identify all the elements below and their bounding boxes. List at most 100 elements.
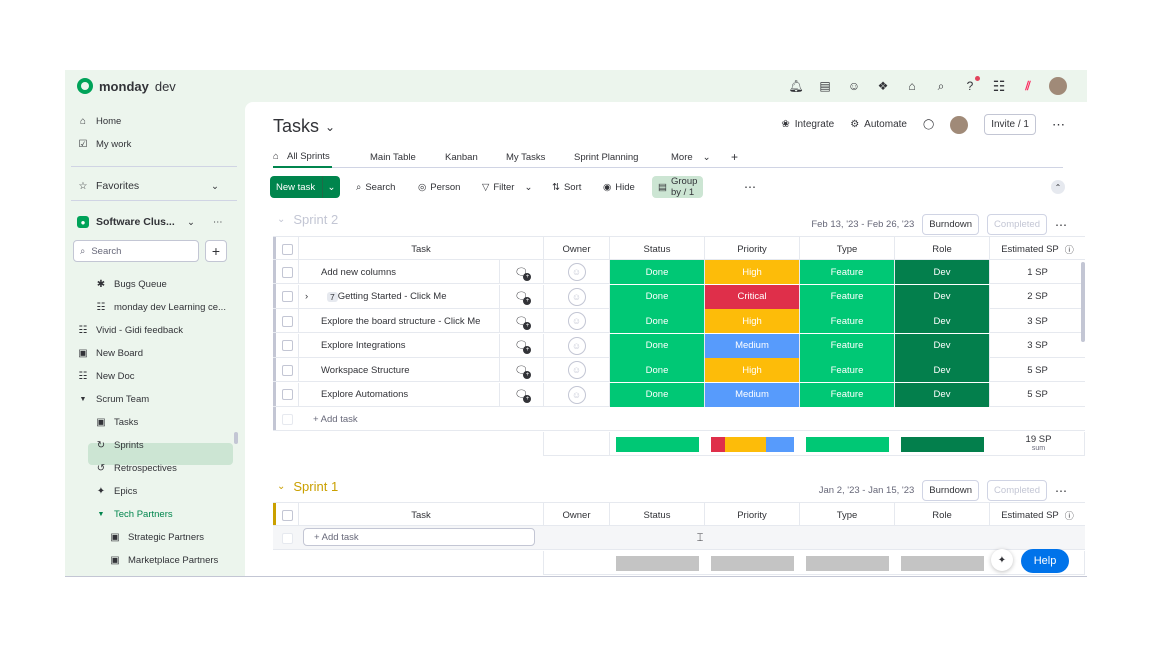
more-icon[interactable]: ⋯ [1055,484,1067,498]
tab-main-table[interactable]: Main Table [370,146,416,168]
person-placeholder-icon[interactable]: ☺ [567,263,586,281]
updates-cell[interactable]: 🗨︎ + [500,358,544,382]
sidebar-item-strategic-partners[interactable]: ▣ Strategic Partners [109,527,204,547]
sidebar-home[interactable]: ⌂ Home [77,111,121,131]
inbox-icon[interactable]: ▤ [817,78,833,94]
type-cell[interactable]: Feature [800,260,895,284]
table-row[interactable]: Workspace Structure 🗨︎ + ☺ Done High Feature De… [273,358,1085,382]
row-checkbox[interactable] [281,340,293,351]
completed-button[interactable]: Completed [987,214,1047,235]
priority-summary-segment[interactable] [711,437,725,452]
row-checkbox[interactable] [281,389,293,400]
column-header-task[interactable]: Task [299,237,544,261]
column-header-type[interactable]: Type [800,237,895,261]
estimated-sp-cell[interactable]: 5 SP [990,383,1085,407]
more-icon[interactable]: ⋯ [744,176,756,198]
sidebar-item-new-doc[interactable]: ☷ New Doc [77,366,135,386]
sidebar-my-work[interactable]: ☑ My work [77,134,132,154]
role-cell[interactable]: Dev [895,260,990,284]
more-icon[interactable]: ⋯ [1052,117,1065,133]
add-update-icon[interactable]: 🗨︎ + [515,364,532,379]
priority-cell[interactable]: Medium [705,333,800,358]
owner-cell[interactable]: ☺ [544,358,610,382]
group-header-sprint-2[interactable]: ⌄ Sprint 2 [277,212,338,227]
sidebar-scrollbar[interactable] [234,432,238,444]
teams-icon[interactable]: ⌂ [904,78,920,94]
table-row[interactable]: Explore the board structure - Click Me 🗨︎… [273,309,1085,333]
type-summary-bar[interactable] [806,437,889,452]
column-header-priority[interactable]: Priority [705,237,800,261]
chevron-down-icon[interactable]: ⌄ [277,481,285,492]
column-header-owner[interactable]: Owner [544,237,610,261]
row-checkbox[interactable] [281,315,293,327]
task-name-cell[interactable]: Explore Automations [299,382,500,407]
status-cell[interactable]: Done [610,284,705,309]
priority-cell[interactable]: High [705,358,800,382]
sidebar-item-bugs-queue[interactable]: ✱ Bugs Queue [95,274,167,294]
burndown-button[interactable]: Burndown [922,214,980,235]
sidebar-search-input[interactable]: ⌕ Search [73,240,199,262]
burndown-button[interactable]: Burndown [922,480,980,501]
task-name-cell[interactable]: Explore the board structure - Click Me [299,309,500,333]
add-item-button[interactable]: + [205,240,227,262]
more-icon[interactable]: ⋯ [1055,218,1067,232]
column-header-task[interactable]: Task [299,503,544,527]
bell-icon[interactable]: 🔔︎ [788,78,804,94]
group-title[interactable]: Sprint 2 [293,212,338,227]
updates-cell[interactable]: 🗨︎ + [500,382,544,407]
status-cell[interactable]: Done [610,260,705,284]
column-header-role[interactable]: Role [895,237,990,261]
sidebar-item-marketplace-partners[interactable]: ▣ Marketplace Partners [109,550,218,570]
status-cell[interactable]: Done [610,333,705,358]
sort-button[interactable]: ⇅ Sort [552,176,581,198]
column-header-role[interactable]: Role [895,503,990,527]
task-name[interactable]: Explore the board structure - Click Me [321,316,480,327]
status-summary-bar[interactable] [616,437,699,452]
sidebar-item-learning-center[interactable]: ☷ monday dev Learning ce... [95,297,226,317]
chevron-down-icon[interactable]: ⌄ [322,176,340,198]
column-header-status[interactable]: Status [610,237,705,261]
task-name[interactable]: Explore Automations [321,389,408,400]
owner-cell[interactable]: ☺ [544,284,610,309]
sidebar-item-vivid-feedback[interactable]: ☷ Vivid - Gidi feedback [77,320,183,340]
more-icon[interactable]: ⋯ [213,217,223,228]
board-owner-avatar[interactable] [950,115,969,134]
info-icon[interactable]: ⓘ [1065,509,1074,522]
help-button[interactable]: Help [1021,549,1069,573]
add-update-icon[interactable]: 🗨︎ + [515,339,532,354]
chevron-down-icon[interactable]: ⌄ [211,181,219,192]
grid-menu-icon[interactable]: ☷ [991,78,1007,94]
group-by-button[interactable]: ▤ Group by / 1 [652,176,704,198]
checkbox-cell[interactable] [276,358,299,382]
role-cell[interactable]: Dev [895,284,990,309]
priority-cell[interactable]: High [705,260,800,284]
owner-cell[interactable]: ☺ [544,309,610,333]
hide-button[interactable]: ◉ Hide [603,176,635,198]
tab-more[interactable]: More ⌄ [671,146,711,168]
role-summary-bar[interactable] [901,556,984,571]
checkbox-cell[interactable] [276,333,299,358]
checkbox-cell[interactable] [276,260,299,284]
person-placeholder-icon[interactable]: ☺ [567,361,586,379]
row-checkbox[interactable] [281,364,293,376]
type-cell[interactable]: Feature [800,382,895,407]
estimated-sp-cell[interactable]: 1 SP [990,260,1085,284]
role-cell[interactable]: Dev [895,333,990,358]
priority-summary-bar[interactable] [711,556,794,571]
select-all-checkbox[interactable] [281,243,293,255]
status-cell[interactable]: Done [610,382,705,407]
sidebar-folder-scrum-team[interactable]: ▼ Scrum Team [77,389,150,409]
column-header-status[interactable]: Status [610,503,705,527]
estimated-sp-cell[interactable]: 2 SP [990,285,1085,309]
invite-members-icon[interactable]: ☺ [846,78,862,94]
status-cell[interactable]: Done [610,309,705,333]
priority-summary-segment[interactable] [724,437,767,452]
expand-subitems-icon[interactable]: › [305,291,308,302]
chevron-down-icon[interactable]: ⌄ [187,217,195,228]
chevron-up-icon[interactable]: ⌃ [1051,180,1065,194]
integrate-button[interactable]: ❀ Integrate [781,119,834,130]
owner-cell[interactable]: ☺ [544,382,610,407]
updates-cell[interactable]: 🗨︎ + [500,333,544,358]
updates-cell[interactable]: 🗨︎ + [500,260,544,284]
priority-cell[interactable]: Medium [705,382,800,407]
